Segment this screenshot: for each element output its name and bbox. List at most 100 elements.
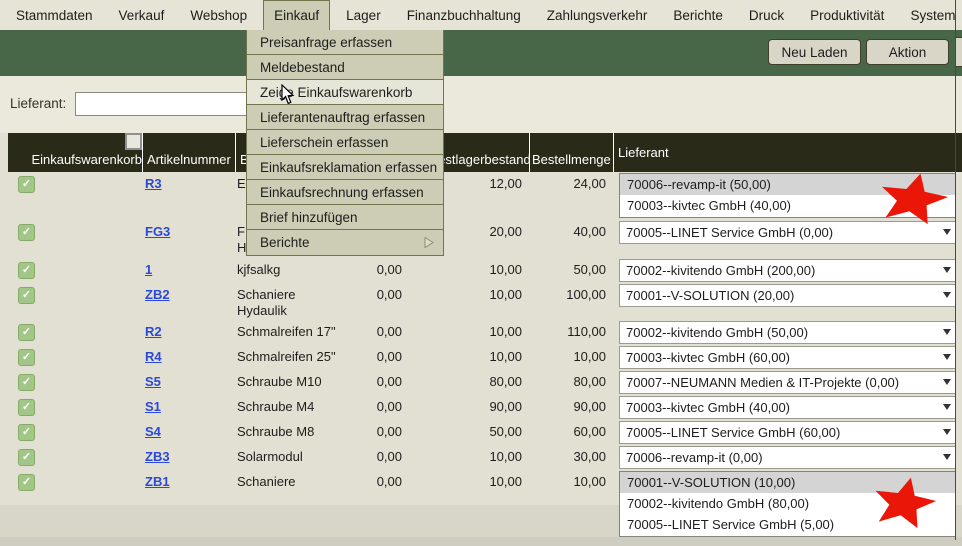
column-header-einkaufswarenkorb: Einkaufswarenkorb [8,133,142,172]
mindestlagerbestand-cell: 10,00 [409,345,529,370]
lieferant-select[interactable]: 70001--V-SOLUTION (20,00) [619,284,956,307]
menubar-item-lager[interactable]: Lager [336,0,391,30]
row-checkbox[interactable]: ✓ [18,324,35,341]
select-all-checkbox[interactable] [125,133,142,150]
menubar-item-system[interactable]: System [900,0,962,30]
artikelnummer-link[interactable]: FG3 [145,224,170,239]
lieferant-select[interactable]: 70003--kivtec GmbH (60,00) [619,346,956,369]
artikelnummer-cell: S4 [142,420,235,445]
lieferant-cell: 70007--NEUMANN Medien & IT-Projekte (0,0… [613,370,962,395]
menu-item-einkaufsrechnung-erfassen[interactable]: Einkaufsrechnung erfassen [247,180,443,205]
menu-item-meldebestand[interactable]: Meldebestand [247,55,443,80]
artikelnummer-link[interactable]: S4 [145,424,161,439]
lieferant-select-value: 70001--V-SOLUTION (20,00) [626,288,794,303]
lieferant-select[interactable]: 70002--kivitendo GmbH (50,00) [619,321,956,344]
einkauf-dropdown-menu: Preisanfrage erfassen MeldebestandZeige E… [246,30,444,256]
menubar-item-zahlungsverkehr[interactable]: Zahlungsverkehr [537,0,658,30]
menu-item-zeige-einkaufswarenkorb[interactable]: Zeige Einkaufswarenkorb [247,80,443,105]
column-header-label: Einkaufswarenkorb [31,152,142,167]
bestellmenge-cell: 50,00 [529,258,613,283]
lieferant-select-value: 70002--kivitendo GmbH (200,00) [626,263,815,278]
menubar-item-finanzbuchhaltung[interactable]: Finanzbuchhaltung [397,0,531,30]
title-bar: Neu Laden Aktion [0,30,962,76]
menu-item-label: Einkaufsreklamation erfassen [260,160,437,175]
row-checkbox[interactable]: ✓ [18,262,35,279]
menubar-item-einkauf[interactable]: Einkauf [263,0,330,30]
mindestlagerbestand-cell: 10,00 [409,258,529,283]
menubar-item-druck[interactable]: Druck [739,0,794,30]
artikelnummer-link[interactable]: ZB2 [145,287,170,302]
menu-item-berichte[interactable]: Berichte [247,230,443,255]
menubar-item-berichte[interactable]: Berichte [663,0,733,30]
row-checkbox[interactable]: ✓ [18,349,35,366]
lieferant-select-value: 70002--kivitendo GmbH (50,00) [626,325,808,340]
lieferant-select[interactable]: 70007--NEUMANN Medien & IT-Projekte (0,0… [619,371,956,394]
row-checkbox-cell: ✓ [8,370,142,395]
row-checkbox[interactable]: ✓ [18,474,35,491]
filter-bar: Lieferant: [0,76,962,133]
row-checkbox-cell: ✓ [8,395,142,420]
lieferant-select[interactable]: 70005--LINET Service GmbH (60,00) [619,421,956,444]
menu-item-einkaufsreklamation-erfassen[interactable]: Einkaufsreklamation erfassen [247,155,443,180]
lieferant-select[interactable]: 70003--kivtec GmbH (40,00) [619,396,956,419]
red-star-annotation [877,173,949,225]
lieferant-select-value: 70007--NEUMANN Medien & IT-Projekte (0,0… [626,375,899,390]
row-checkbox[interactable]: ✓ [18,176,35,193]
lieferant-select[interactable]: 70006--revamp-it (0,00) [619,446,956,469]
row-checkbox-cell: ✓ [8,220,142,258]
cutoff-button-sliver [956,37,962,67]
artikelnummer-link[interactable]: R3 [145,176,162,191]
action-button[interactable]: Aktion [866,39,949,65]
menu-item-lieferantenauftrag-erfassen[interactable]: Lieferantenauftrag erfassen [247,105,443,130]
lieferant-select[interactable]: 70002--kivitendo GmbH (200,00) [619,259,956,282]
column-header-artikelnummer: Artikelnummer [142,133,235,172]
mindestlagerbestand-cell: 10,00 [409,445,529,470]
menu-item-label: Preisanfrage erfassen [260,35,392,50]
menubar-item-webshop[interactable]: Webshop [180,0,257,30]
reload-button[interactable]: Neu Laden [768,39,861,65]
lieferant-select-value: 70005--LINET Service GmbH (0,00) [626,225,833,240]
artikelnummer-cell: 1 [142,258,235,283]
artikelnummer-link[interactable]: R2 [145,324,162,339]
row-checkbox[interactable]: ✓ [18,287,35,304]
artikelnummer-link[interactable]: S1 [145,399,161,414]
menu-item-brief-hinzuf-gen[interactable]: Brief hinzufügen [247,205,443,230]
menu-item-lieferschein-erfassen[interactable]: Lieferschein erfassen [247,130,443,155]
artikelnummer-link[interactable]: S5 [145,374,161,389]
row-checkbox[interactable]: ✓ [18,224,35,241]
mindestlagerbestand-cell: 90,00 [409,395,529,420]
bezeichnung-cell: Schaniere Hydaulik [235,283,343,320]
table-row: ✓R4Schmalreifen 25"0,0010,0010,0070003--… [8,345,962,370]
table-row: ✓S1Schraube M40,0090,0090,0070003--kivte… [8,395,962,420]
menubar-item-verkauf[interactable]: Verkauf [109,0,175,30]
lieferant-cell: 70003--kivtec GmbH (60,00) [613,345,962,370]
menu-item-preisanfrage-erfassen[interactable]: Preisanfrage erfassen [247,30,443,55]
row-checkbox[interactable]: ✓ [18,424,35,441]
artikelnummer-link[interactable]: ZB3 [145,449,170,464]
menubar-item-produktivit-t[interactable]: Produktivität [800,0,894,30]
row-checkbox[interactable]: ✓ [18,449,35,466]
menu-item-label: Einkaufsrechnung erfassen [260,185,424,200]
select-dropdown-arrow-icon [943,329,951,335]
artikelnummer-link[interactable]: 1 [145,262,152,277]
artikelnummer-link[interactable]: R4 [145,349,162,364]
row-checkbox-cell: ✓ [8,345,142,370]
artikelnummer-cell: ZB1 [142,470,235,503]
mindestlagerbestand-cell: 80,00 [409,370,529,395]
row-checkbox[interactable]: ✓ [18,399,35,416]
lieferant-cell: 70002--kivitendo GmbH (50,00) [613,320,962,345]
mindestlagerbestand-cell: 10,00 [409,283,529,320]
lieferant-select-value: 70005--LINET Service GmbH (60,00) [626,425,840,440]
table-row: ✓ZB2Schaniere Hydaulik0,0010,00100,00700… [8,283,962,320]
istlagerbestand-cell: 0,00 [343,420,409,445]
select-dropdown-arrow-icon [943,267,951,273]
select-dropdown-arrow-icon [943,429,951,435]
artikelnummer-cell: R2 [142,320,235,345]
row-checkbox[interactable]: ✓ [18,374,35,391]
bezeichnung-cell: Schaniere [235,470,343,503]
row-checkbox-cell: ✓ [8,283,142,320]
bezeichnung-cell: Schmalreifen 17" [235,320,343,345]
artikelnummer-link[interactable]: ZB1 [145,474,170,489]
menubar-item-stammdaten[interactable]: Stammdaten [6,0,103,30]
menu-item-label: Berichte [260,235,310,250]
